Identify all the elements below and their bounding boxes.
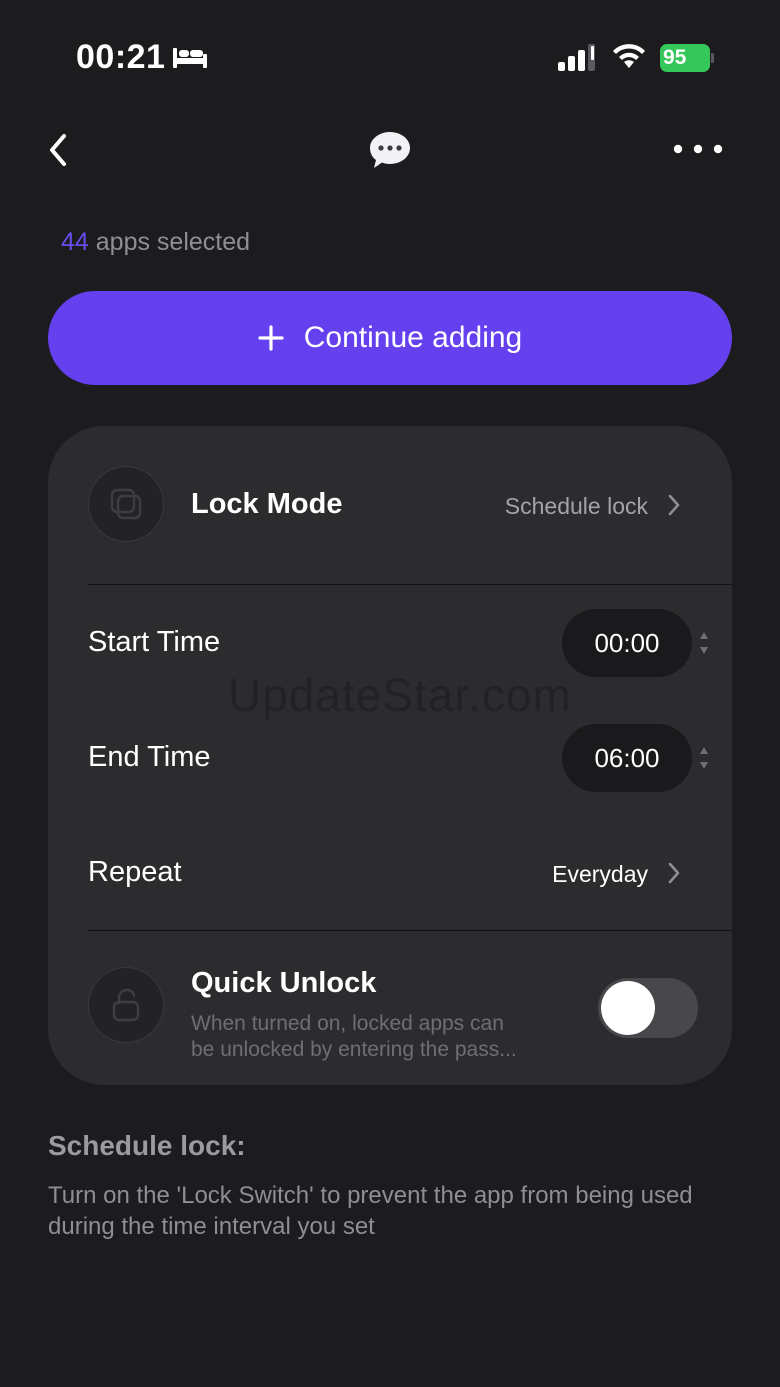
chat-bubble-icon[interactable]: [368, 128, 412, 172]
lock-settings-card: Lock Mode Schedule lock Start Time 00:00…: [48, 426, 732, 1085]
unlock-icon: [88, 967, 164, 1043]
apps-selected-count: 44: [61, 228, 89, 256]
continue-adding-label: Continue adding: [303, 321, 523, 354]
quick-unlock-toggle[interactable]: [598, 978, 698, 1038]
lock-mode-row[interactable]: Lock Mode Schedule lock: [48, 426, 732, 584]
explanation-title: Schedule lock:: [48, 1130, 246, 1161]
quick-unlock-label: Quick Unlock: [191, 967, 377, 999]
more-horizontal-icon[interactable]: [670, 138, 726, 160]
status-bar: 00:21 95: [0, 0, 780, 110]
end-time-row: End Time 06:00: [48, 700, 732, 815]
chevron-left-icon[interactable]: [44, 130, 76, 170]
quick-unlock-description: When turned on, locked apps can be unloc…: [191, 1011, 571, 1063]
start-time-label: Start Time: [88, 626, 221, 658]
cellular-signal-icon: [558, 44, 595, 71]
quick-unlock-description-line1: When turned on, locked apps can: [191, 1012, 504, 1035]
wifi-icon: [613, 44, 645, 68]
stepper-icon[interactable]: [698, 745, 710, 771]
bed-icon: [173, 48, 207, 68]
battery-tip: [711, 53, 714, 63]
plus-icon: [258, 325, 284, 351]
end-time-picker[interactable]: 06:00: [562, 724, 692, 792]
chevron-right-icon: [668, 862, 680, 884]
start-time-picker[interactable]: 00:00: [562, 609, 692, 677]
apps-selected-suffix: apps selected: [88, 228, 251, 256]
chevron-right-icon: [668, 494, 680, 516]
toggle-knob: [601, 981, 655, 1035]
explanation-body: Turn on the 'Lock Switch' to prevent the…: [48, 1182, 693, 1240]
lock-mode-value: Schedule lock: [504, 493, 648, 519]
repeat-value: Everyday: [552, 861, 648, 887]
battery-charging-icon: 95: [660, 44, 714, 72]
continue-adding-button[interactable]: Continue adding: [48, 291, 732, 385]
quick-unlock-description-line2: be unlocked by entering the pass...: [191, 1038, 517, 1061]
screen: 00:21 95 44 apps selected Continue addin…: [0, 0, 780, 1387]
repeat-row[interactable]: Repeat Everyday: [48, 815, 732, 930]
battery-level: 95: [660, 44, 710, 72]
end-time-label: End Time: [88, 741, 211, 773]
apps-selected-text: 44 apps selected: [61, 228, 250, 257]
status-time: 00:21: [76, 38, 166, 76]
quick-unlock-row: Quick Unlock When turned on, locked apps…: [48, 931, 732, 1085]
lock-mode-label: Lock Mode: [191, 488, 343, 520]
lock-mode-icon: [88, 466, 164, 542]
start-time-row: Start Time 00:00: [48, 585, 732, 700]
repeat-label: Repeat: [88, 856, 182, 888]
stepper-icon[interactable]: [698, 630, 710, 656]
